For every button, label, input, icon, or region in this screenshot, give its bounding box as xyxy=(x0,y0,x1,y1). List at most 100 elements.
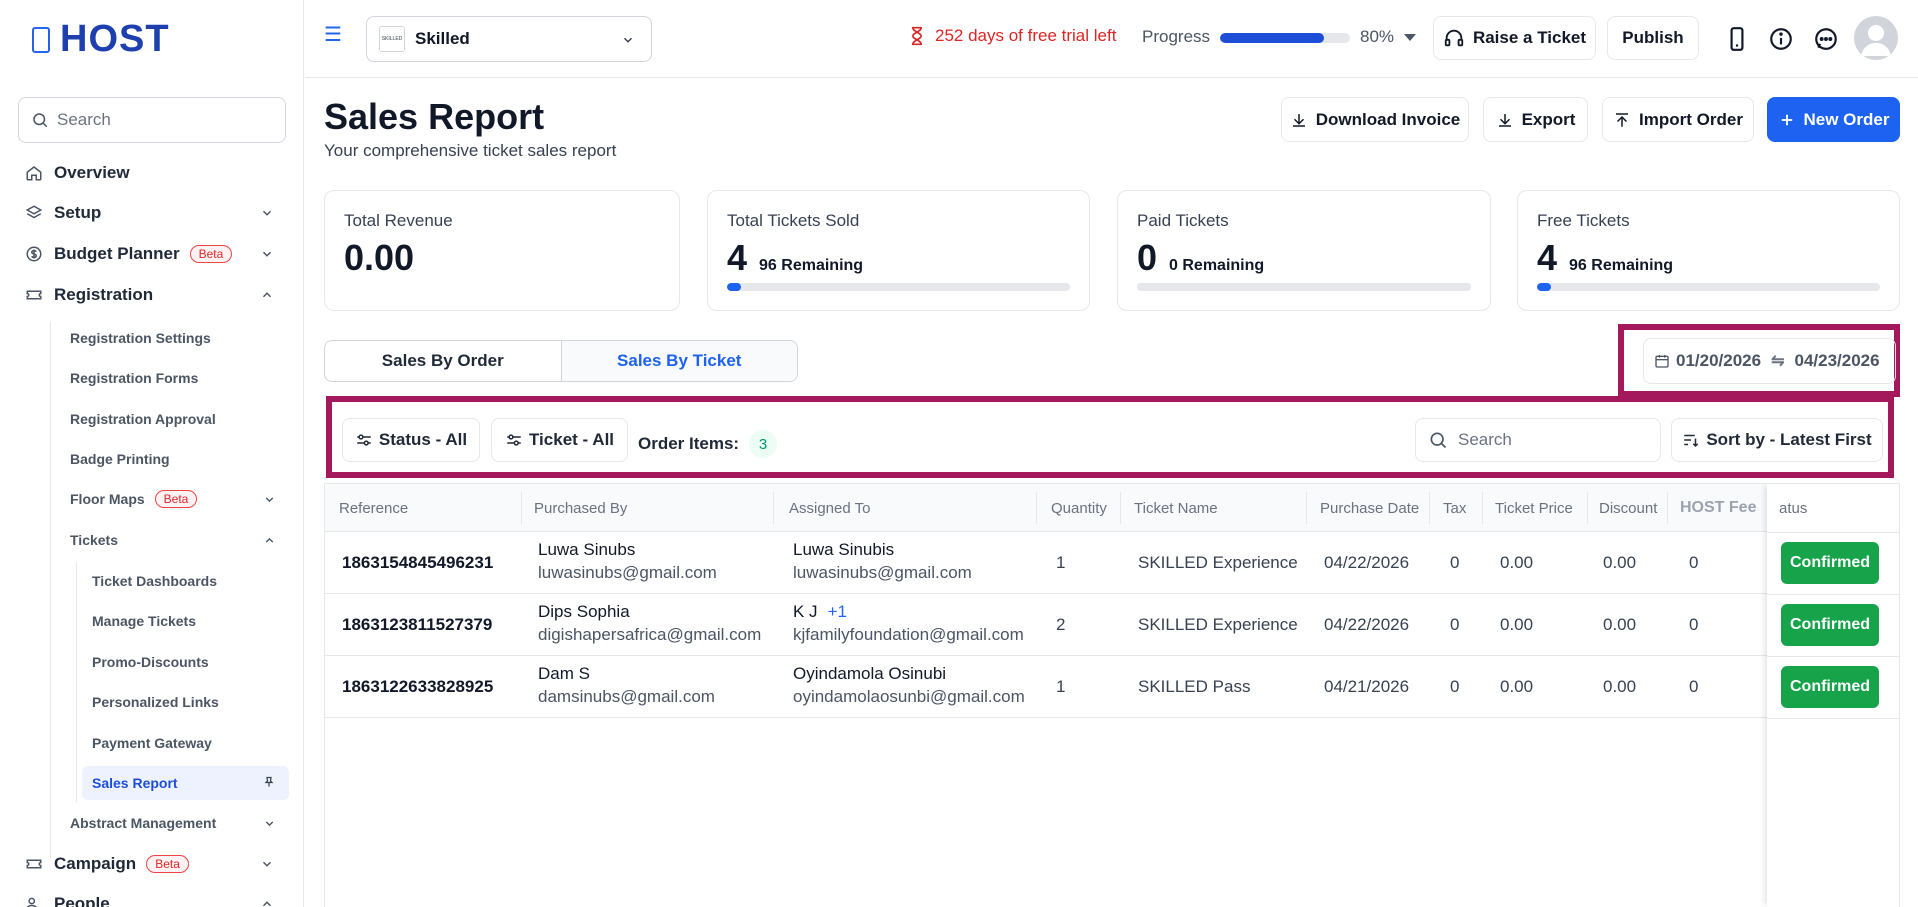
sidebar-item-registration[interactable]: Registration xyxy=(0,277,303,313)
menu-toggle-icon[interactable]: ☰ xyxy=(324,22,342,47)
card-number: 4 xyxy=(1537,237,1558,278)
status-badge[interactable]: Confirmed xyxy=(1781,542,1879,584)
cell-discount: 0.00 xyxy=(1603,553,1637,572)
chevron-down-icon[interactable] xyxy=(260,206,274,220)
column-header-purchase-date[interactable]: Purchase Date xyxy=(1320,500,1419,517)
purchaser-email: luwasinubs@gmail.com xyxy=(538,563,717,582)
mobile-icon[interactable] xyxy=(1724,26,1750,52)
cell-ticket-price: 0.00 xyxy=(1500,677,1534,696)
raise-ticket-button[interactable]: Raise a Ticket xyxy=(1433,16,1596,60)
column-header-quantity[interactable]: Quantity xyxy=(1051,500,1107,517)
date-range-picker[interactable]: 01/20/2026 ⇋ 04/23/2026 xyxy=(1643,338,1896,384)
column-header-reference[interactable]: Reference xyxy=(339,500,408,517)
status-badge[interactable]: Confirmed xyxy=(1781,666,1879,708)
card-remaining: 96 Remaining xyxy=(1569,257,1674,274)
publish-button[interactable]: Publish xyxy=(1607,16,1699,60)
card-value-row: 4 96 Remaining xyxy=(1537,237,1880,279)
sidebar-item-manage-tickets[interactable]: Manage Tickets xyxy=(82,604,289,638)
date-range-end: 04/23/2026 xyxy=(1794,351,1880,370)
sidebar-item-registration-forms[interactable]: Registration Forms xyxy=(70,363,290,393)
import-order-button[interactable]: Import Order xyxy=(1602,97,1754,142)
sidebar-item-floor-maps[interactable]: Floor Maps Beta xyxy=(70,484,290,514)
calendar-icon xyxy=(1655,355,1669,368)
cell-ticket-name: SKILLED Experience xyxy=(1138,615,1298,634)
event-selector[interactable]: SKILLED Skilled xyxy=(366,16,652,62)
export-button[interactable]: Export xyxy=(1483,97,1588,142)
sidebar-item-label: Budget Planner xyxy=(54,244,180,263)
pin-icon[interactable] xyxy=(263,776,275,788)
upload-icon xyxy=(1616,112,1629,127)
chevron-down-icon[interactable] xyxy=(263,493,276,506)
chevron-up-icon[interactable] xyxy=(260,288,274,302)
cell-purchased-by: Dips Sophia digishapersafrica@gmail.com xyxy=(538,602,761,645)
sidebar-item-campaign[interactable]: Campaign Beta xyxy=(0,846,303,882)
ticket-filter-button[interactable]: Ticket - All xyxy=(491,418,628,462)
sidebar-item-tickets[interactable]: Tickets xyxy=(70,525,290,555)
sidebar-item-registration-settings[interactable]: Registration Settings xyxy=(70,323,290,353)
cell-quantity: 1 xyxy=(1056,553,1066,572)
caret-down-icon[interactable] xyxy=(1404,34,1416,41)
sidebar-item-promo-discounts[interactable]: Promo-Discounts xyxy=(82,645,289,679)
column-header-ticket-price[interactable]: Ticket Price xyxy=(1495,500,1573,517)
stat-card-free-tickets: Free Tickets 4 96 Remaining xyxy=(1517,190,1900,311)
filter-bar: Status - All Ticket - All Order Items: 3… xyxy=(324,397,1898,481)
card-progress-fill xyxy=(1537,283,1551,291)
assignee-name-row: K J +1 xyxy=(793,602,1024,622)
table-row[interactable]: 1863122633828925 Dam S damsinubs@gmail.c… xyxy=(325,656,1899,718)
table-row[interactable]: 1863123811527379 Dips Sophia digishapers… xyxy=(325,594,1899,656)
sidebar-item-registration-approval[interactable]: Registration Approval xyxy=(70,404,290,434)
sidebar-search-input[interactable]: Search xyxy=(18,97,286,143)
status-badge[interactable]: Confirmed xyxy=(1781,604,1879,646)
sidebar-item-ticket-dashboards[interactable]: Ticket Dashboards xyxy=(82,564,289,598)
sidebar-item-payment-gateway[interactable]: Payment Gateway xyxy=(82,726,289,760)
column-header-assigned-to[interactable]: Assigned To xyxy=(789,500,870,517)
sort-icon xyxy=(1684,434,1699,448)
table-search-input[interactable]: Search xyxy=(1415,418,1661,462)
sidebar-item-abstract-management[interactable]: Abstract Management xyxy=(70,808,290,838)
column-header-tax[interactable]: Tax xyxy=(1443,500,1466,517)
sidebar-item-people[interactable]: People xyxy=(0,886,303,907)
tab-sales-by-order[interactable]: Sales By Order xyxy=(325,341,561,381)
chevron-down-icon[interactable] xyxy=(263,817,276,830)
column-header-purchased-by[interactable]: Purchased By xyxy=(534,500,627,517)
sidebar-item-badge-printing[interactable]: Badge Printing xyxy=(70,444,290,474)
column-divider xyxy=(1306,492,1307,524)
additional-assignees-link[interactable]: +1 xyxy=(828,602,847,621)
table-row[interactable]: 1863154845496231 Luwa Sinubs luwasinubs@… xyxy=(325,532,1899,594)
cell-reference[interactable]: 1863154845496231 xyxy=(342,553,493,573)
column-header-status[interactable]: atus xyxy=(1779,500,1807,517)
sidebar-item-personalized-links[interactable]: Personalized Links xyxy=(82,685,289,719)
cell-reference[interactable]: 1863122633828925 xyxy=(342,677,493,697)
page-title: Sales Report xyxy=(324,96,545,137)
new-order-button[interactable]: New Order xyxy=(1767,97,1900,142)
column-header-host-fee[interactable]: HOST Fee xyxy=(1680,499,1756,517)
chevron-up-icon[interactable] xyxy=(263,534,276,547)
new-order-label: New Order xyxy=(1803,109,1890,129)
card-progress-bar xyxy=(1137,283,1471,291)
sidebar-item-sales-report[interactable]: Sales Report xyxy=(82,766,289,800)
status-filter-button[interactable]: Status - All xyxy=(342,418,480,462)
sidebar-item-overview[interactable]: Overview xyxy=(0,155,303,191)
chevron-down-icon[interactable] xyxy=(260,247,274,261)
sort-button[interactable]: Sort by - Latest First xyxy=(1671,418,1883,462)
download-invoice-button[interactable]: Download Invoice xyxy=(1281,97,1469,142)
user-icon xyxy=(1861,25,1891,56)
chat-icon[interactable] xyxy=(1813,26,1839,52)
logo-text: HOST xyxy=(60,18,170,60)
tab-sales-by-ticket[interactable]: Sales By Ticket xyxy=(560,341,797,381)
chevron-down-icon[interactable] xyxy=(260,857,274,871)
sidebar-item-budget-planner[interactable]: Budget Planner Beta xyxy=(0,236,303,272)
column-header-ticket-name[interactable]: Ticket Name xyxy=(1134,500,1218,517)
cell-purchase-date: 04/22/2026 xyxy=(1324,553,1410,572)
beta-badge: Beta xyxy=(189,245,233,263)
download-icon xyxy=(1292,113,1305,127)
sidebar-item-setup[interactable]: Setup xyxy=(0,195,303,231)
purchaser-name: Dips Sophia xyxy=(538,602,630,621)
info-icon[interactable] xyxy=(1768,26,1794,52)
host-logo[interactable]: HOST xyxy=(32,18,170,61)
column-header-discount[interactable]: Discount xyxy=(1599,500,1657,517)
row-divider xyxy=(1767,656,1899,657)
chevron-up-icon[interactable] xyxy=(260,897,274,907)
avatar[interactable] xyxy=(1854,16,1898,60)
cell-reference[interactable]: 1863123811527379 xyxy=(342,615,492,635)
